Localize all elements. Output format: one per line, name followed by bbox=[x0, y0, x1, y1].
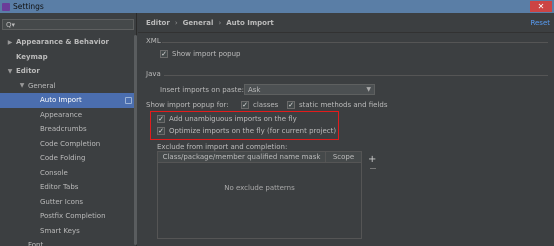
sidebar-item-editor-tabs[interactable]: Editor Tabs bbox=[0, 180, 136, 195]
sidebar-item-postfix-completion[interactable]: Postfix Completion bbox=[0, 209, 136, 224]
column-mask[interactable]: Class/package/member qualified name mask bbox=[158, 152, 326, 162]
sidebar-item-console[interactable]: Console bbox=[0, 166, 136, 181]
sidebar-item-label: Appearance bbox=[40, 110, 83, 119]
sidebar-item-label: Appearance & Behavior bbox=[16, 38, 109, 47]
sidebar-item-breadcrumbs[interactable]: Breadcrumbs bbox=[0, 122, 136, 137]
show-import-popup-row[interactable]: ✓ Show import popup bbox=[160, 50, 241, 58]
copy-icon bbox=[125, 96, 132, 104]
sidebar-item-label: Editor Tabs bbox=[40, 183, 79, 192]
breadcrumb-editor: Editor bbox=[146, 18, 170, 27]
sidebar-item-label: Font bbox=[28, 241, 44, 246]
chevron-down-icon: ▼ bbox=[366, 86, 371, 93]
sidebar-item-editor[interactable]: ▼ Editor bbox=[0, 64, 136, 79]
sidebar-item-label: Auto Import bbox=[40, 96, 82, 105]
breadcrumb-auto-import: Auto Import bbox=[226, 18, 274, 27]
sidebar-item-general[interactable]: ▼ General bbox=[0, 79, 136, 94]
xml-section-label: XML bbox=[146, 37, 161, 45]
breadcrumb: Editor › General › Auto Import Reset bbox=[138, 13, 554, 33]
sidebar-item-code-completion[interactable]: Code Completion bbox=[0, 137, 136, 152]
remove-pattern-button[interactable] bbox=[370, 168, 376, 169]
sidebar-item-appearance-behavior[interactable]: ▶ Appearance & Behavior bbox=[0, 35, 136, 50]
app-icon bbox=[2, 2, 10, 11]
sidebar-item-label: Editor bbox=[16, 67, 40, 76]
sidebar-item-font[interactable]: Font bbox=[0, 238, 136, 246]
show-import-popup-checkbox[interactable]: ✓ bbox=[160, 50, 168, 58]
xml-section-divider bbox=[162, 42, 548, 43]
static-methods-label: static methods and fields bbox=[299, 101, 388, 109]
exclude-label: Exclude from import and completion: bbox=[157, 143, 288, 151]
static-methods-checkbox[interactable]: ✓ bbox=[287, 101, 295, 109]
show-popup-for-label: Show import popup for: bbox=[146, 101, 229, 109]
chevron-right-icon[interactable]: ▶ bbox=[6, 39, 14, 46]
column-scope[interactable]: Scope bbox=[326, 152, 361, 162]
static-methods-row[interactable]: ✓ static methods and fields bbox=[287, 101, 388, 109]
chevron-down-icon[interactable]: ▼ bbox=[18, 82, 26, 89]
insert-imports-select[interactable]: Ask ▼ bbox=[244, 84, 375, 95]
settings-sidebar: Q▾ ▶ Appearance & Behavior Keymap ▼ Editor ▼ G… bbox=[0, 13, 137, 246]
close-button[interactable]: ✕ bbox=[530, 1, 552, 12]
chevron-down-icon[interactable]: ▼ bbox=[6, 68, 14, 75]
empty-state: No exclude patterns bbox=[224, 184, 295, 192]
java-section-divider bbox=[164, 75, 548, 76]
sidebar-item-label: Breadcrumbs bbox=[40, 125, 87, 134]
sidebar-item-auto-import[interactable]: Auto Import bbox=[0, 93, 136, 108]
add-pattern-button[interactable]: + bbox=[368, 154, 376, 165]
breadcrumb-general: General bbox=[182, 18, 214, 27]
exclude-table-header: Class/package/member qualified name mask… bbox=[158, 152, 361, 163]
classes-row[interactable]: ✓ classes bbox=[241, 101, 278, 109]
sidebar-item-code-folding[interactable]: Code Folding bbox=[0, 151, 136, 166]
settings-tree: ▶ Appearance & Behavior Keymap ▼ Editor ▼ Gene… bbox=[0, 35, 136, 246]
java-section-label: Java bbox=[146, 70, 161, 78]
sidebar-scrollbar[interactable] bbox=[134, 35, 137, 245]
search-input[interactable]: Q▾ bbox=[2, 19, 134, 30]
insert-imports-label: Insert imports on paste: bbox=[160, 86, 245, 94]
classes-checkbox[interactable]: ✓ bbox=[241, 101, 249, 109]
sidebar-item-gutter-icons[interactable]: Gutter Icons bbox=[0, 195, 136, 210]
breadcrumb-separator: › bbox=[174, 18, 178, 27]
search-icon: Q▾ bbox=[6, 20, 16, 29]
sidebar-item-label: Keymap bbox=[16, 52, 48, 61]
sidebar-item-label: Postfix Completion bbox=[40, 212, 106, 221]
highlight-box bbox=[150, 111, 339, 140]
breadcrumb-separator: › bbox=[218, 18, 222, 27]
classes-label: classes bbox=[253, 101, 279, 109]
show-import-popup-label: Show import popup bbox=[172, 50, 241, 58]
exclude-table[interactable]: Class/package/member qualified name mask… bbox=[157, 151, 362, 239]
sidebar-item-label: General bbox=[28, 81, 56, 90]
sidebar-item-label: Code Completion bbox=[40, 139, 101, 148]
sidebar-item-label: Console bbox=[40, 168, 68, 177]
window-title: Settings bbox=[13, 2, 44, 11]
reset-link[interactable]: Reset bbox=[530, 19, 550, 27]
sidebar-item-smart-keys[interactable]: Smart Keys bbox=[0, 224, 136, 239]
sidebar-item-keymap[interactable]: Keymap bbox=[0, 50, 136, 65]
sidebar-item-appearance[interactable]: Appearance bbox=[0, 108, 136, 123]
sidebar-item-label: Code Folding bbox=[40, 154, 86, 163]
insert-imports-value: Ask bbox=[248, 85, 261, 94]
title-bar: Settings ✕ bbox=[0, 0, 554, 13]
sidebar-item-label: Smart Keys bbox=[40, 226, 80, 235]
sidebar-item-label: Gutter Icons bbox=[40, 197, 84, 206]
